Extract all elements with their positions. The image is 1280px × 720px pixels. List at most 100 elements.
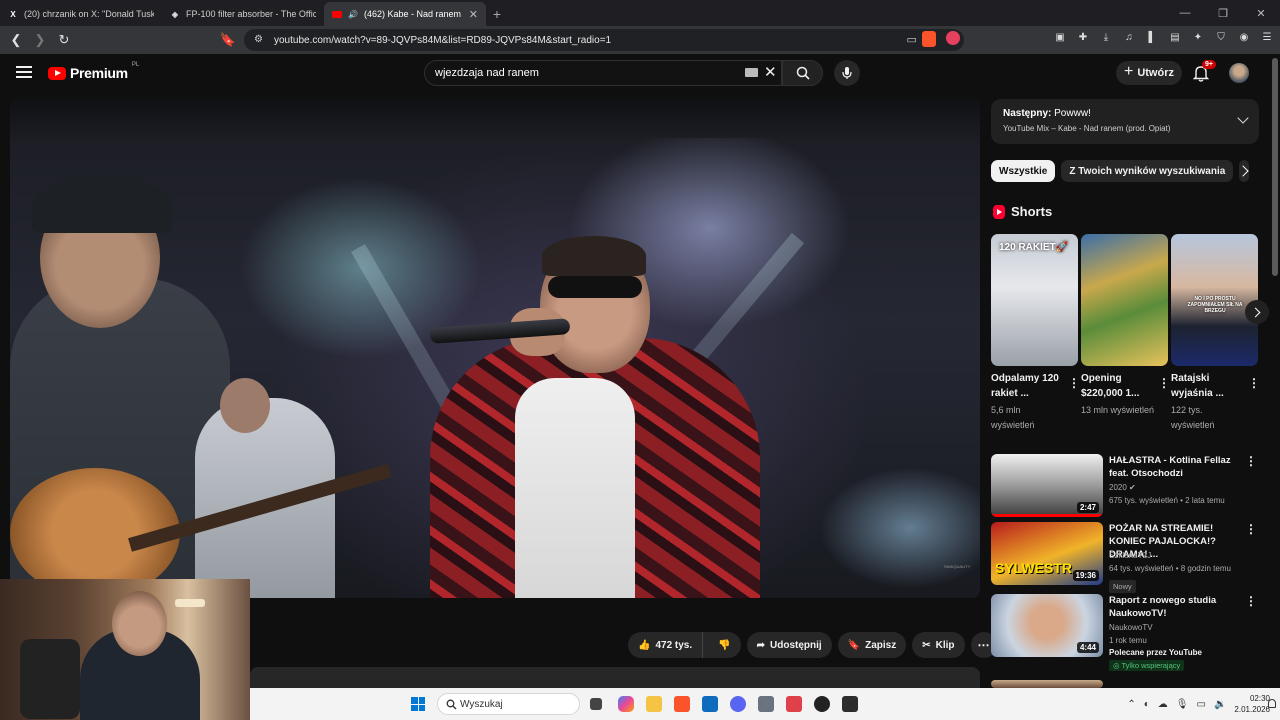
forward-icon[interactable]: ❯ — [30, 30, 50, 50]
search-icon — [446, 699, 457, 710]
clip-button[interactable]: ✂ Klip — [912, 632, 965, 658]
video-thumbnail[interactable]: 2:47 — [991, 454, 1103, 517]
video-title[interactable]: Raport z nowego studia NaukowoTV! — [1109, 594, 1244, 620]
bookmark-icon[interactable]: 🔖 — [218, 30, 238, 50]
shorts-next-button[interactable] — [1245, 300, 1269, 324]
wallet-icon[interactable]: ▤ — [1168, 30, 1182, 44]
close-window-icon[interactable]: ✕ — [1242, 0, 1280, 26]
cast-icon[interactable]: ▭ — [907, 33, 917, 46]
search-input[interactable]: wjezdzaja nad ranem — [424, 60, 782, 86]
browser-tab-youtube[interactable]: 🔊 (462) Kabe - Nad ranem (pro ✕ — [324, 2, 486, 26]
like-button[interactable]: 👍 472 tys. — [628, 632, 704, 658]
video-thumbnail[interactable]: SYLWESTR 19:36 — [991, 522, 1103, 585]
short-title[interactable]: Ratajski wyjaśnia ... — [1171, 371, 1246, 401]
video-meta: 1 rok temu — [1109, 636, 1147, 645]
video-player[interactable]: SNIKQUALITY — [10, 98, 980, 598]
video-thumbnail[interactable]: 4:44 — [991, 594, 1103, 657]
sidebar-icon[interactable]: ▌ — [1145, 30, 1159, 44]
share-label: Udostępnij — [770, 639, 822, 651]
microphone-tray-icon[interactable]: 🎙 — [1176, 699, 1189, 710]
voice-search-button[interactable] — [834, 60, 860, 86]
short-thumbnail[interactable]: NO I PO PROSTU ZAPOMNIAŁEM SIŁ NA BRZEGU — [1171, 234, 1258, 366]
short-card[interactable]: Opening $220,000 1... 13 mln wyświetleń … — [1081, 234, 1170, 418]
video-thumbnail[interactable] — [991, 680, 1103, 688]
download-icon[interactable]: ⤓ — [1099, 30, 1113, 44]
speaker-icon[interactable]: 🔊 — [348, 9, 358, 19]
new-tab-button[interactable]: + — [486, 2, 508, 26]
list-item[interactable]: 4:44 Raport z nowego studia NaukowoTV! N… — [991, 594, 1259, 671]
vpn-icon[interactable]: ⛉ — [1214, 30, 1228, 44]
task-view-icon[interactable] — [590, 698, 602, 710]
create-button[interactable]: + Utwórz — [1116, 61, 1182, 85]
save-button[interactable]: 🔖 Zapisz — [837, 632, 907, 658]
chevron-up-icon[interactable]: ⌃ — [1127, 699, 1135, 710]
share-button[interactable]: ➦ Udostępnij — [746, 632, 832, 658]
more-vertical-icon[interactable]: ⋮ — [1248, 376, 1260, 390]
list-item[interactable]: SYLWESTR 19:36 POŻAR NA STREAMIE! KONIEC… — [991, 522, 1259, 593]
keyboard-icon[interactable] — [745, 68, 758, 77]
brave-rewards-icon[interactable] — [946, 31, 960, 45]
monitor-icon[interactable]: ▭ — [1197, 699, 1206, 710]
copilot-icon[interactable] — [618, 696, 634, 712]
more-vertical-icon[interactable]: ⋮ — [1245, 522, 1257, 536]
calculator-icon[interactable] — [758, 696, 774, 712]
tray-app-icon[interactable]: ◐ — [1144, 699, 1150, 710]
browser-tab-x[interactable]: X (20) chrzanik on X: "Donald Tusk „Do — [0, 2, 162, 26]
back-icon[interactable]: ❮ — [6, 30, 26, 50]
avatar[interactable] — [1229, 63, 1249, 83]
short-card[interactable]: NO I PO PROSTU ZAPOMNIAŁEM SIŁ NA BRZEGU… — [1171, 234, 1260, 433]
profile-icon[interactable]: ◉ — [1237, 30, 1251, 44]
clear-search-icon[interactable]: ✕ — [764, 63, 777, 81]
close-tab-icon[interactable]: ✕ — [469, 8, 478, 21]
taskbar-clock[interactable]: 02:30 2.01.2026 — [1234, 693, 1270, 715]
search-button[interactable] — [782, 60, 823, 86]
list-item[interactable]: 2:47 HAŁASTRA - Kotlina Fellaz feat. Ots… — [991, 454, 1259, 518]
video-duration: 19:36 — [1072, 570, 1099, 581]
more-vertical-icon[interactable]: ⋮ — [1245, 454, 1257, 468]
youtube-premium-logo[interactable]: Premium PL — [48, 62, 139, 81]
video-title[interactable]: HAŁASTRA - Kotlina Fellaz feat. Otsochod… — [1109, 454, 1244, 480]
windows-start-icon[interactable] — [411, 697, 425, 711]
page-scrollbar[interactable] — [1272, 58, 1278, 276]
cloud-icon[interactable]: ☁ — [1158, 699, 1168, 710]
channel-name[interactable]: NaukowoTV — [1109, 623, 1153, 632]
short-title[interactable]: Opening $220,000 1... — [1081, 371, 1156, 401]
volume-icon[interactable]: 🔉 — [1214, 699, 1226, 710]
minimize-icon[interactable]: — — [1166, 0, 1204, 26]
short-thumbnail[interactable] — [1081, 234, 1168, 366]
taskbar-search-input[interactable]: Wyszukaj — [437, 693, 580, 715]
brave-shields-icon[interactable] — [922, 31, 936, 47]
address-bar[interactable]: ⚙ youtube.com/watch?v=89-JQVPs84M&list=R… — [244, 29, 964, 51]
puzzle-icon[interactable]: ✚ — [1076, 30, 1090, 44]
menu-icon[interactable]: ☰ — [1260, 30, 1274, 44]
reload-icon[interactable]: ↻ — [54, 30, 74, 50]
brave-active-icon[interactable] — [786, 696, 802, 712]
short-card[interactable]: 120 RAKIET🚀 Odpalamy 120 rakiet ... 5,6 … — [991, 234, 1080, 433]
hamburger-menu-icon[interactable] — [16, 66, 32, 78]
channel-name[interactable]: SzklanaY2J — [1109, 551, 1151, 560]
chip-all[interactable]: Wszystkie — [991, 160, 1056, 182]
leo-icon[interactable]: ✦ — [1191, 30, 1205, 44]
list-item[interactable] — [991, 680, 1259, 688]
mail-icon[interactable] — [702, 696, 718, 712]
file-explorer-icon[interactable] — [646, 696, 662, 712]
browser-tab-fp100[interactable]: ◈ FP-100 filter absorber - The Official … — [162, 2, 324, 26]
more-vertical-icon[interactable]: ⋮ — [1158, 376, 1170, 390]
music-icon[interactable]: ♫ — [1122, 30, 1136, 44]
obs-icon[interactable] — [814, 696, 830, 712]
short-thumbnail[interactable]: 120 RAKIET🚀 — [991, 234, 1078, 366]
up-next-panel[interactable]: Następny: Powww! YouTube Mix – Kabe - Na… — [991, 99, 1259, 144]
app-icon[interactable] — [842, 696, 858, 712]
brave-browser-icon[interactable] — [674, 696, 690, 712]
channel-name[interactable]: 2020 ✔ — [1109, 483, 1136, 492]
chip-from-search[interactable]: Z Twoich wyników wyszukiwania — [1061, 160, 1234, 182]
discord-icon[interactable] — [730, 696, 746, 712]
extension-icon[interactable]: ▣ — [1053, 30, 1067, 44]
more-vertical-icon[interactable]: ⋮ — [1068, 376, 1080, 390]
notification-center-icon[interactable] — [1268, 699, 1276, 708]
restore-icon[interactable]: ❐ — [1204, 0, 1242, 26]
short-title[interactable]: Odpalamy 120 rakiet ... — [991, 371, 1066, 401]
site-info-icon[interactable]: ⚙ — [254, 34, 263, 45]
more-vertical-icon[interactable]: ⋮ — [1245, 594, 1257, 608]
dislike-button[interactable]: 👎 — [708, 632, 740, 658]
